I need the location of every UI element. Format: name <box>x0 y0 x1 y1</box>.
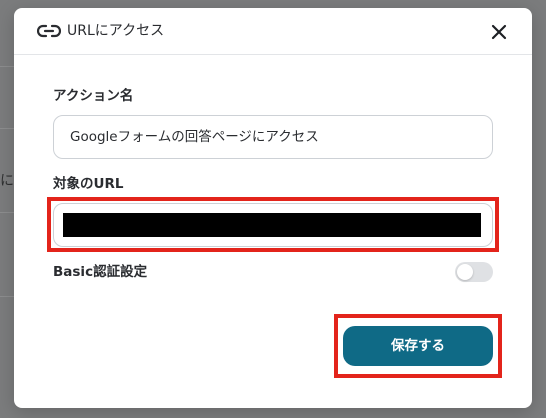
background-text: にア <box>0 173 14 189</box>
basic-auth-label: Basic認証設定 <box>53 264 148 280</box>
action-name-input[interactable]: Googleフォームの回答ページにアクセス <box>53 115 493 159</box>
basic-auth-toggle[interactable] <box>455 262 493 282</box>
toggle-knob <box>457 264 473 280</box>
dialog-title: URLにアクセス <box>67 23 165 39</box>
url-redaction <box>63 213 481 237</box>
target-url-label: 対象のURL <box>53 176 124 192</box>
save-button[interactable]: 保存する <box>343 326 493 366</box>
link-icon <box>36 23 62 39</box>
close-icon[interactable] <box>488 21 510 43</box>
url-access-dialog: URLにアクセス アクション名 Googleフォームの回答ページにアクセス 対象… <box>14 8 532 408</box>
dialog-header: URLにアクセス <box>14 8 532 55</box>
action-name-label: アクション名 <box>53 88 134 104</box>
